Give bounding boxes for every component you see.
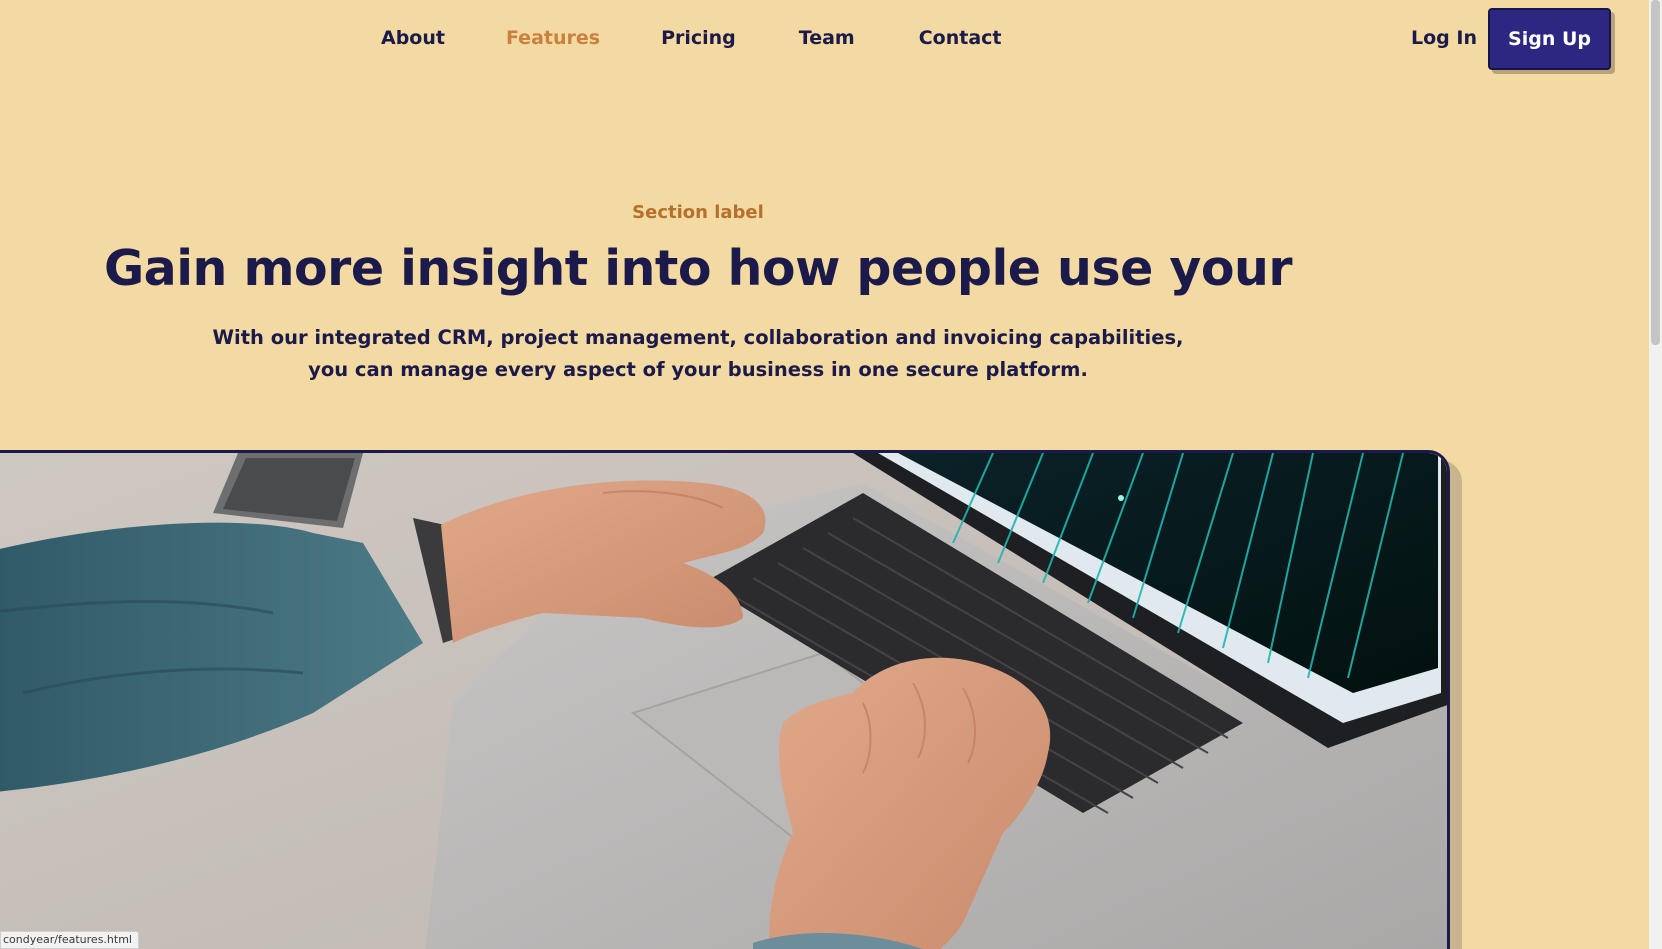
nav-link-team[interactable]: Team: [799, 27, 855, 49]
nav-link-pricing[interactable]: Pricing: [661, 27, 736, 49]
vertical-scrollbar[interactable]: [1649, 0, 1662, 949]
nav-link-contact[interactable]: Contact: [919, 27, 1002, 49]
main-nav: About Features Pricing Team Contact: [381, 27, 1002, 49]
signup-button[interactable]: Sign Up: [1488, 8, 1611, 70]
section-label: Section label: [632, 202, 764, 223]
hero-image: [0, 450, 1450, 949]
hero-title: Gain more insight into how people use yo…: [103, 240, 1293, 297]
laptop-typing-illustration: [0, 453, 1447, 949]
status-bar-url: condyear/features.html: [0, 931, 139, 949]
nav-link-features[interactable]: Features: [506, 27, 600, 49]
nav-link-about[interactable]: About: [381, 27, 445, 49]
login-link[interactable]: Log In: [1411, 27, 1477, 49]
page: About Features Pricing Team Contact Log …: [0, 0, 1662, 949]
scrollbar-thumb[interactable]: [1651, 0, 1660, 345]
hero-subtitle: With our integrated CRM, project managem…: [212, 326, 1184, 381]
